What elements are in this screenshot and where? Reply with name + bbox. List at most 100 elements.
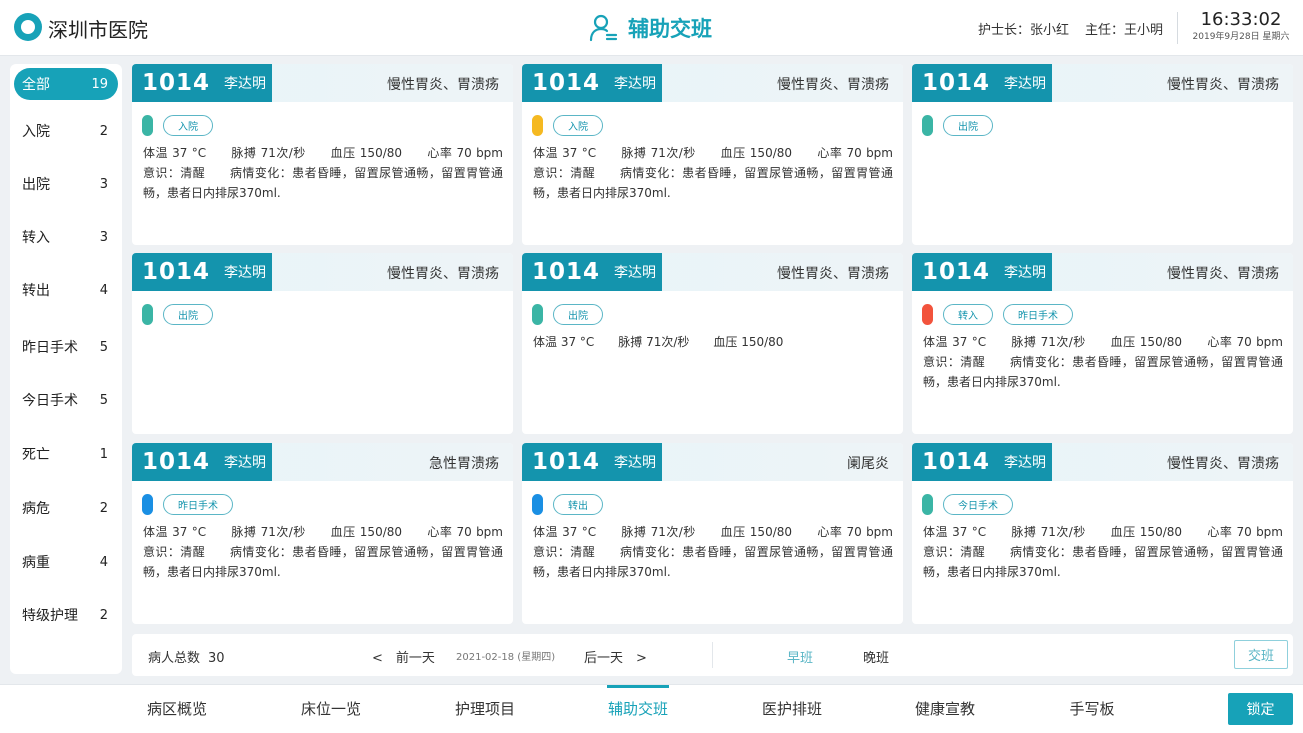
shift-early-tab[interactable]: 早班 xyxy=(787,647,813,666)
status-indicator xyxy=(922,303,933,325)
diagnosis: 慢性胃炎、胃溃疡 xyxy=(777,77,889,93)
status-tag: 转入 xyxy=(943,303,993,325)
patient-card[interactable]: 1014 李达明 阑尾炎 转出 体温 37 °C 脉搏 71次/秒 血压 150… xyxy=(522,443,903,624)
patient-name: 李达明 xyxy=(224,76,267,92)
patient-card[interactable]: 1014 李达明 慢性胃炎、胃溃疡 入院 体温 37 °C 脉搏 71次/秒 血… xyxy=(522,64,903,245)
prev-day-button[interactable]: < 前一天 xyxy=(372,647,435,666)
sidebar-item-label: 昨日手术 xyxy=(22,340,78,356)
nav-ward-overview[interactable]: 病区概览 xyxy=(127,685,227,733)
sidebar-item-count: 19 xyxy=(91,76,108,92)
nav-shift-handover[interactable]: 辅助交班 xyxy=(588,685,688,733)
toolbar-divider xyxy=(712,642,713,668)
status-tag: 出院 xyxy=(163,303,213,325)
status-tag: 入院 xyxy=(553,114,603,136)
sidebar-item-label: 病危 xyxy=(22,501,50,517)
patient-name: 李达明 xyxy=(1004,455,1047,471)
sidebar-item-discharge[interactable]: 出院 3 xyxy=(14,168,118,200)
nav-staff-schedule[interactable]: 医护排班 xyxy=(742,685,842,733)
director-label: 主任：王小明 xyxy=(1084,23,1163,38)
nav-bed-list[interactable]: 床位一览 xyxy=(281,685,381,733)
patient-card[interactable]: 1014 李达明 慢性胃炎、胃溃疡 出院 体温 37 °C 脉搏 71次/秒 血… xyxy=(522,253,903,434)
patient-summary: 体温 37 °C 脉搏 71次/秒 血压 150/80 心率 70 bpm 意识… xyxy=(923,335,1293,389)
status-indicator xyxy=(142,493,153,515)
sidebar-item-all[interactable]: 全部 19 xyxy=(14,68,118,100)
card-header: 1014 李达明 慢性胃炎、胃溃疡 xyxy=(522,253,903,291)
status-tag: 出院 xyxy=(553,303,603,325)
patient-card[interactable]: 1014 李达明 慢性胃炎、胃溃疡 转入 昨日手术 体温 37 °C 脉搏 71… xyxy=(912,253,1293,434)
bed-number: 1014 xyxy=(922,449,991,475)
sidebar-item-label: 今日手术 xyxy=(22,393,78,409)
sidebar-item-label: 病重 xyxy=(22,555,50,571)
sidebar-item-label: 出院 xyxy=(22,177,50,193)
patient-summary: 体温 37 °C 脉搏 71次/秒 血压 150/80 心率 70 bpm 意识… xyxy=(143,525,513,579)
sidebar-item-label: 全部 xyxy=(22,77,50,93)
patient-summary: 体温 37 °C 脉搏 71次/秒 血压 150/80 心率 70 bpm 意识… xyxy=(533,146,903,200)
sidebar-item-yesterday-surgery[interactable]: 昨日手术 5 xyxy=(14,331,118,363)
bed-tag: 1014 李达明 xyxy=(912,443,1052,481)
sidebar-item-critical[interactable]: 病危 2 xyxy=(14,492,118,524)
patient-card[interactable]: 1014 李达明 慢性胃炎、胃溃疡 今日手术 体温 37 °C 脉搏 71次/秒… xyxy=(912,443,1293,624)
bed-tag: 1014 李达明 xyxy=(132,253,272,291)
patient-summary: 体温 37 °C 脉搏 71次/秒 血压 150/80 xyxy=(533,335,784,349)
diagnosis: 慢性胃炎、胃溃疡 xyxy=(777,266,889,282)
status-tag: 昨日手术 xyxy=(163,493,233,515)
sidebar-item-label: 死亡 xyxy=(22,447,50,463)
sidebar-item-special-care[interactable]: 特级护理 2 xyxy=(14,599,118,631)
status-indicator xyxy=(142,303,153,325)
clock: 16:33:02 2019年9月28日 星期六 xyxy=(1188,9,1294,43)
card-header: 1014 李达明 慢性胃炎、胃溃疡 xyxy=(912,64,1293,102)
sidebar-item-admission[interactable]: 入院 2 xyxy=(14,115,118,147)
sidebar-item-today-surgery[interactable]: 今日手术 5 xyxy=(14,384,118,416)
nav-nursing-items[interactable]: 护理项目 xyxy=(435,685,535,733)
diagnosis: 慢性胃炎、胃溃疡 xyxy=(1167,266,1279,282)
bed-number: 1014 xyxy=(142,70,211,96)
patient-card[interactable]: 1014 李达明 慢性胃炎、胃溃疡 出院 xyxy=(132,253,513,434)
sidebar-item-death[interactable]: 死亡 1 xyxy=(14,438,118,470)
sidebar-item-transfer-out[interactable]: 转出 4 xyxy=(14,274,118,306)
nav-handwriting-board[interactable]: 手写板 xyxy=(1042,685,1142,733)
diagnosis: 慢性胃炎、胃溃疡 xyxy=(387,77,499,93)
bed-number: 1014 xyxy=(532,259,601,285)
shift-toolbar: 病人总数 30 < 前一天 2021-02-18 (星期四) 后一天 > 早班 晚… xyxy=(132,634,1293,676)
patient-name: 李达明 xyxy=(1004,265,1047,281)
patient-total-count: 30 xyxy=(208,651,225,666)
nav-health-education[interactable]: 健康宣教 xyxy=(895,685,995,733)
bed-tag: 1014 李达明 xyxy=(522,64,662,102)
patient-card[interactable]: 1014 李达明 急性胃溃疡 昨日手术 体温 37 °C 脉搏 71次/秒 血压… xyxy=(132,443,513,624)
patient-total: 病人总数 30 xyxy=(148,647,225,666)
sidebar-item-serious[interactable]: 病重 4 xyxy=(14,546,118,578)
status-tag: 昨日手术 xyxy=(1003,303,1073,325)
bed-tag: 1014 李达明 xyxy=(522,253,662,291)
shift-late-tab[interactable]: 晚班 xyxy=(863,647,889,666)
status-indicator xyxy=(532,303,543,325)
card-header: 1014 李达明 慢性胃炎、胃溃疡 xyxy=(132,64,513,102)
bed-number: 1014 xyxy=(532,70,601,96)
status-tag: 今日手术 xyxy=(943,493,1013,515)
card-header: 1014 李达明 慢性胃炎、胃溃疡 xyxy=(912,253,1293,291)
sidebar-item-count: 1 xyxy=(99,446,108,462)
tag-row: 转入 昨日手术 xyxy=(922,303,1073,325)
sidebar-item-count: 5 xyxy=(99,339,108,355)
sidebar-item-transfer-in[interactable]: 转入 3 xyxy=(14,221,118,253)
bed-tag: 1014 李达明 xyxy=(132,443,272,481)
sidebar-item-count: 2 xyxy=(99,607,108,623)
bed-number: 1014 xyxy=(922,70,991,96)
lock-button[interactable]: 锁定 xyxy=(1228,693,1293,725)
staff-info: 护士长：张小红 主任：王小明 xyxy=(978,19,1163,38)
tag-row: 出院 xyxy=(142,303,213,325)
diagnosis: 急性胃溃疡 xyxy=(429,456,499,472)
patient-name: 李达明 xyxy=(1004,76,1047,92)
patient-card[interactable]: 1014 李达明 慢性胃炎、胃溃疡 出院 xyxy=(912,64,1293,245)
sidebar-item-count: 3 xyxy=(99,176,108,192)
status-indicator xyxy=(142,114,153,136)
patient-summary: 体温 37 °C 脉搏 71次/秒 血压 150/80 心率 70 bpm 意识… xyxy=(533,525,903,579)
card-header: 1014 李达明 阑尾炎 xyxy=(522,443,903,481)
handover-button[interactable]: 交班 xyxy=(1234,640,1288,669)
page-title-group: 辅助交班 xyxy=(588,10,712,46)
bottom-nav: 病区概览 床位一览 护理项目 辅助交班 医护排班 健康宣教 手写板 锁定 xyxy=(0,684,1303,733)
patient-name: 李达明 xyxy=(614,265,657,281)
tag-row: 今日手术 xyxy=(922,493,1013,515)
next-day-button[interactable]: 后一天 > xyxy=(584,647,647,666)
patient-card[interactable]: 1014 李达明 慢性胃炎、胃溃疡 入院 体温 37 °C 脉搏 71次/秒 血… xyxy=(132,64,513,245)
current-date: 2021-02-18 (星期四) xyxy=(456,652,556,663)
